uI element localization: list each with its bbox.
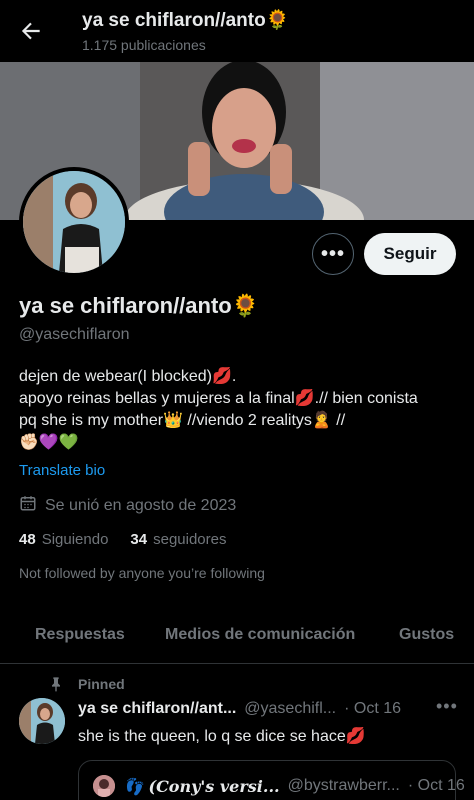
post-count: 1.175 publicaciones [82,37,206,53]
quoted-author-handle: @bystrawberr... [287,777,400,794]
calendar-icon [19,494,37,517]
bio-line: dejen de webear(I blocked)💋. [19,368,237,385]
top-bar: ya se chiflaron//anto🌻 1.175 publicacion… [0,0,474,62]
quoted-author-name: 👣 (𝑪𝒐𝒏𝒚'𝒔 𝒗𝒆𝒓𝒔𝒊... [123,776,280,796]
pinned-indicator: Pinned [48,676,125,692]
profile-bio: dejen de webear(I blocked)💋. apoyo reina… [19,366,459,454]
join-date-text: Se unió en agosto de 2023 [45,496,237,514]
more-options-button[interactable]: ••• [312,233,354,275]
more-icon: ••• [320,242,345,265]
post-header: ya se chiflaron//ant... @yasechifl... · … [78,700,401,718]
back-arrow-icon[interactable] [18,18,44,44]
tab-respuestas[interactable]: Respuestas [35,626,125,644]
tab-medios[interactable]: Medios de comunicación [165,626,355,644]
bio-line: pq she is my mother👑 //viendo 2 realitys… [19,412,346,429]
followers-count: 34 [130,531,148,548]
profile-avatar[interactable] [19,167,129,277]
quoted-date: · Oct 16 [407,777,465,794]
pin-icon [48,676,64,692]
translate-bio-link[interactable]: Translate bio [19,462,105,479]
quoted-post[interactable]: 👣 (𝑪𝒐𝒏𝒚'𝒔 𝒗𝒆𝒓𝒔𝒊... @bystrawberr... · Oct… [78,760,465,800]
pinned-label: Pinned [78,676,125,692]
followers-link[interactable]: 34 seguidores [130,531,226,548]
bio-line: ✊🏻💜💚 [19,434,79,451]
follow-button[interactable]: Seguir [364,233,456,275]
profile-handle: @yasechiflaron [19,326,130,343]
bio-line: apoyo reinas bellas y mujeres a la final… [19,390,418,407]
quoted-post-header: 👣 (𝑪𝒐𝒏𝒚'𝒔 𝒗𝒆𝒓𝒔𝒊... @bystrawberr... · Oct… [93,775,465,797]
quoted-avatar [93,775,115,797]
following-count: 48 [19,531,36,548]
join-date: Se unió en agosto de 2023 [19,494,236,517]
post-avatar[interactable] [19,698,65,744]
following-link[interactable]: 48 Siguiendo [19,531,108,548]
tab-gustos[interactable]: Gustos [399,626,454,644]
post-author-name[interactable]: ya se chiflaron//ant... [78,700,236,718]
not-followed-text: Not followed by anyone you’re following [19,565,265,581]
follow-stats: 48 Siguiendo 34 seguidores [19,531,227,548]
post-author-handle[interactable]: @yasechifl... [244,700,336,718]
profile-tabs: Respuestas Medios de comunicación Gustos [0,614,474,664]
following-label: Siguiendo [41,531,109,548]
post-text: she is the queen, lo q se dice se hace💋 [78,728,366,745]
followers-label: seguidores [153,531,227,548]
header-title: ya se chiflaron//anto🌻 [82,10,290,31]
profile-name: ya se chiflaron//anto🌻 [19,293,260,318]
post-date[interactable]: · Oct 16 [344,700,401,718]
post-more-icon[interactable]: ••• [436,696,458,717]
